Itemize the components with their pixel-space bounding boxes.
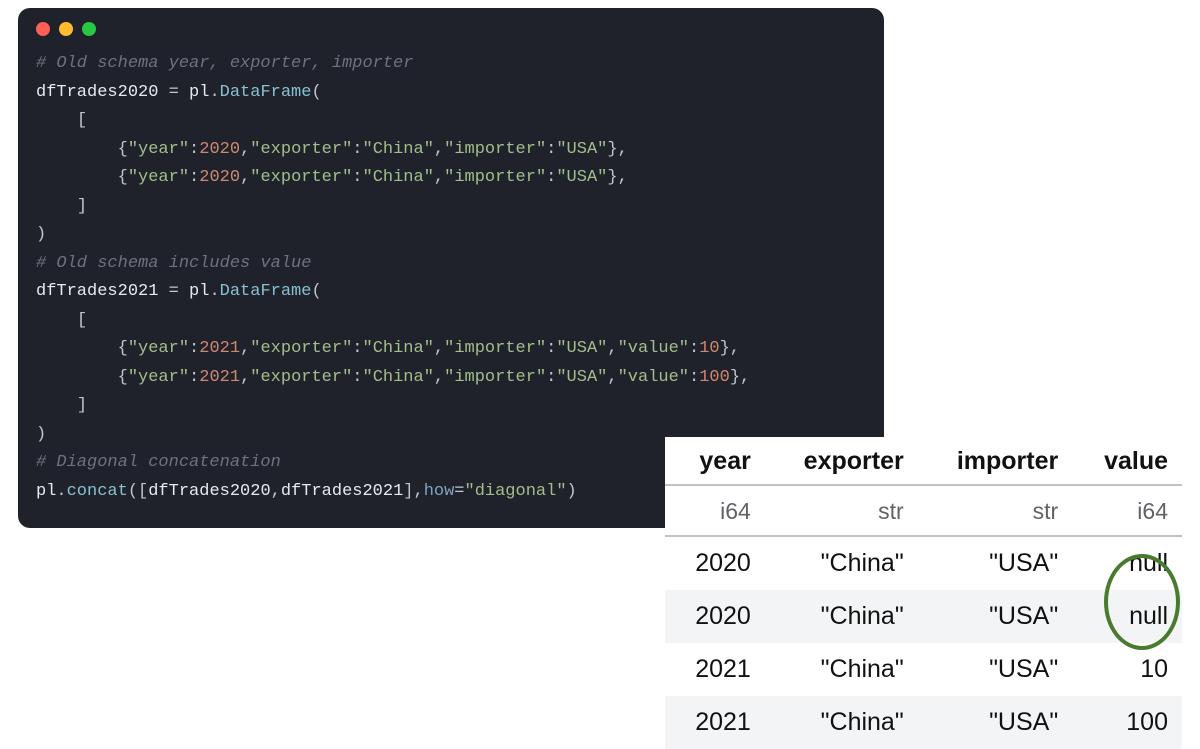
cell: 2020 (665, 590, 765, 643)
dtype-row: i64 str str i64 (665, 485, 1182, 536)
table-row: 2020 "China" "USA" null (665, 590, 1182, 643)
code-comment: # Old schema includes value (36, 254, 311, 273)
col-header: value (1072, 437, 1182, 485)
code-ident: dfTrades2020 (36, 83, 158, 102)
cell: 2021 (665, 643, 765, 696)
cell: 2020 (665, 536, 765, 590)
dataframe-table: year exporter importer value i64 str str… (665, 437, 1182, 749)
dtype-cell: str (765, 485, 918, 536)
dtype-cell: str (918, 485, 1073, 536)
cell: "China" (765, 643, 918, 696)
cell: null (1072, 590, 1182, 643)
output-table: year exporter importer value i64 str str… (665, 437, 1182, 749)
cell: "USA" (918, 590, 1073, 643)
col-header: year (665, 437, 765, 485)
col-header: importer (918, 437, 1073, 485)
dtype-cell: i64 (665, 485, 765, 536)
cell: "China" (765, 590, 918, 643)
cell: "USA" (918, 643, 1073, 696)
table-header-row: year exporter importer value (665, 437, 1182, 485)
table-row: 2021 "China" "USA" 10 (665, 643, 1182, 696)
table-row: 2020 "China" "USA" null (665, 536, 1182, 590)
code-comment: # Diagonal concatenation (36, 453, 281, 472)
maximize-icon[interactable] (82, 22, 96, 36)
code-comment: # Old schema year, exporter, importer (36, 54, 413, 73)
cell: "USA" (918, 536, 1073, 590)
cell: "China" (765, 536, 918, 590)
col-header: exporter (765, 437, 918, 485)
window-titlebar (36, 22, 866, 36)
cell: 10 (1072, 643, 1182, 696)
close-icon[interactable] (36, 22, 50, 36)
cell: null (1072, 536, 1182, 590)
dtype-cell: i64 (1072, 485, 1182, 536)
minimize-icon[interactable] (59, 22, 73, 36)
